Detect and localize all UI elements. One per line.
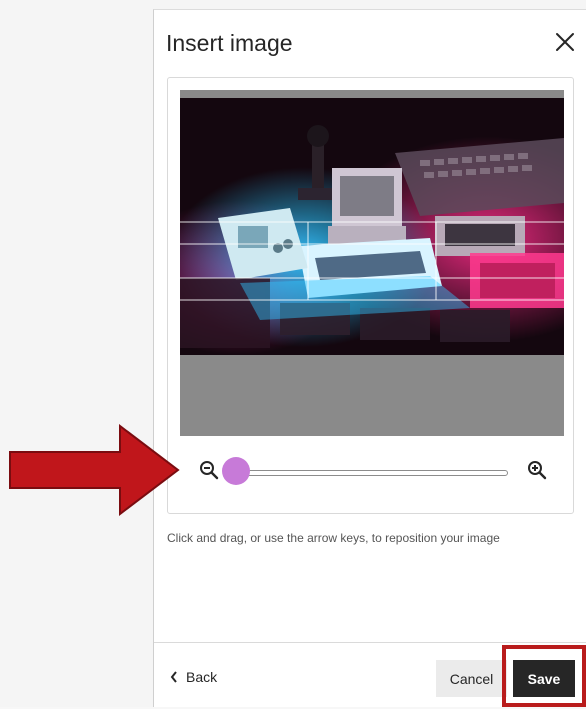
save-button[interactable]: Save [513,660,575,697]
close-icon [556,33,574,51]
retro-computers-photo [180,98,564,355]
zoom-in-button[interactable] [527,460,547,480]
reposition-hint: Click and drag, or use the arrow keys, t… [167,531,500,545]
chevron-left-icon [170,671,177,683]
close-button[interactable] [552,29,578,55]
zoom-out-button[interactable] [199,460,219,480]
insert-image-dialog: Insert image Click and drag, or use the … [153,9,586,707]
back-button[interactable]: Back [170,666,217,688]
zoom-slider-track[interactable] [234,470,508,476]
cancel-button[interactable]: Cancel [436,660,507,697]
dialog-title: Insert image [166,30,293,56]
zoom-slider-row [182,450,562,490]
image-crop-area[interactable] [180,90,564,436]
back-label: Back [186,669,218,685]
zoom-out-icon [200,461,219,480]
dialog-footer: Back Cancel Save [154,642,586,709]
zoom-in-icon [528,461,547,480]
zoom-slider-handle[interactable] [222,457,250,485]
